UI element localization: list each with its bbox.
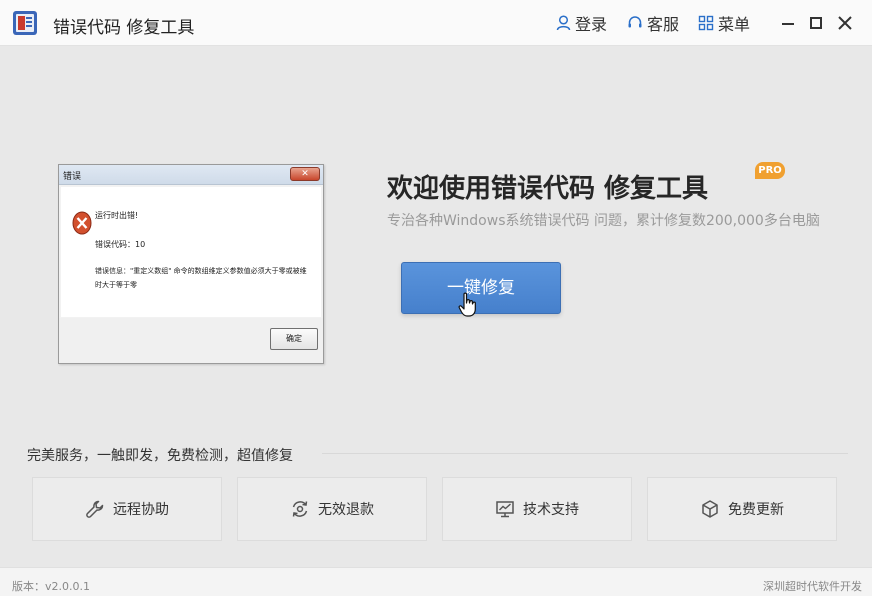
hand-cursor-icon xyxy=(458,292,478,318)
version-label: 版本：v2.0.0.1 xyxy=(12,580,90,593)
dialog-titlebar: 错误 ✕ xyxy=(59,165,323,185)
user-icon xyxy=(556,15,571,31)
company-label: 深圳超时代软件开发 xyxy=(763,580,862,593)
card-label: 无效退款 xyxy=(318,502,374,518)
app-title: 错误代码 修复工具 xyxy=(53,18,195,38)
dialog-line-1: 运行时出错! xyxy=(95,211,139,220)
minimize-icon xyxy=(782,23,794,25)
login-label: 登录 xyxy=(575,15,608,34)
services-divider xyxy=(322,453,848,454)
pro-badge: PRO xyxy=(755,162,785,179)
close-icon xyxy=(838,16,852,30)
dialog-line-4: 时大于等于零 xyxy=(95,281,137,289)
card-label: 技术支持 xyxy=(523,502,579,518)
minimize-button[interactable] xyxy=(778,13,798,33)
card-label: 远程协助 xyxy=(113,502,169,518)
login-button[interactable]: 登录 xyxy=(556,12,607,34)
status-footer: 版本：v2.0.0.1 深圳超时代软件开发 xyxy=(0,567,872,596)
card-refund[interactable]: 无效退款 xyxy=(237,477,427,541)
dialog-close-icon: ✕ xyxy=(290,167,320,181)
grid-menu-icon xyxy=(698,15,714,31)
menu-button[interactable]: 菜单 xyxy=(698,12,750,34)
cube-icon xyxy=(700,499,720,519)
welcome-heading: 欢迎使用错误代码 修复工具 xyxy=(387,174,709,204)
dialog-body: 运行时出错! 错误代码：10 错误信息："重定义数组" 命令的数组维定义参数值必… xyxy=(61,187,321,317)
card-remote-assist[interactable]: 远程协助 xyxy=(32,477,222,541)
maximize-button[interactable] xyxy=(806,13,826,33)
main-area: 错误 ✕ 运行时出错! 错误代码：10 错误信息："重定义数组" 命令的数组维定… xyxy=(0,47,872,567)
services-tagline: 完美服务，一触即发，免费检测，超值修复 xyxy=(27,448,293,464)
headset-icon xyxy=(627,15,643,31)
menu-label: 菜单 xyxy=(718,15,751,34)
refund-icon xyxy=(290,499,310,519)
service-label: 客服 xyxy=(647,15,680,34)
wrench-icon xyxy=(85,499,105,519)
welcome-subtitle: 专治各种Windows系统错误代码 问题，累计修复数200,000多台电脑 xyxy=(387,213,820,229)
app-logo-icon xyxy=(12,10,38,36)
error-icon xyxy=(72,210,92,236)
maximize-icon xyxy=(810,17,822,29)
card-tech-support[interactable]: 技术支持 xyxy=(442,477,632,541)
card-free-update[interactable]: 免费更新 xyxy=(647,477,837,541)
close-button[interactable] xyxy=(835,13,855,33)
error-dialog-illustration: 错误 ✕ 运行时出错! 错误代码：10 错误信息："重定义数组" 命令的数组维定… xyxy=(58,164,324,364)
card-label: 免费更新 xyxy=(728,502,784,518)
title-bar: 错误代码 修复工具 登录 客服 菜单 xyxy=(0,0,872,46)
dialog-footer: 确定 xyxy=(59,318,323,363)
dialog-line-2: 错误代码：10 xyxy=(95,240,146,249)
one-click-repair-button[interactable]: 一键修复 xyxy=(401,262,561,314)
monitor-chart-icon xyxy=(495,499,515,519)
dialog-title: 错误 xyxy=(63,172,82,182)
dialog-line-3: 错误信息："重定义数组" 命令的数组维定义参数值必须大于零或被维 xyxy=(95,267,307,275)
customer-service-button[interactable]: 客服 xyxy=(627,12,679,34)
dialog-ok-button: 确定 xyxy=(270,328,318,350)
